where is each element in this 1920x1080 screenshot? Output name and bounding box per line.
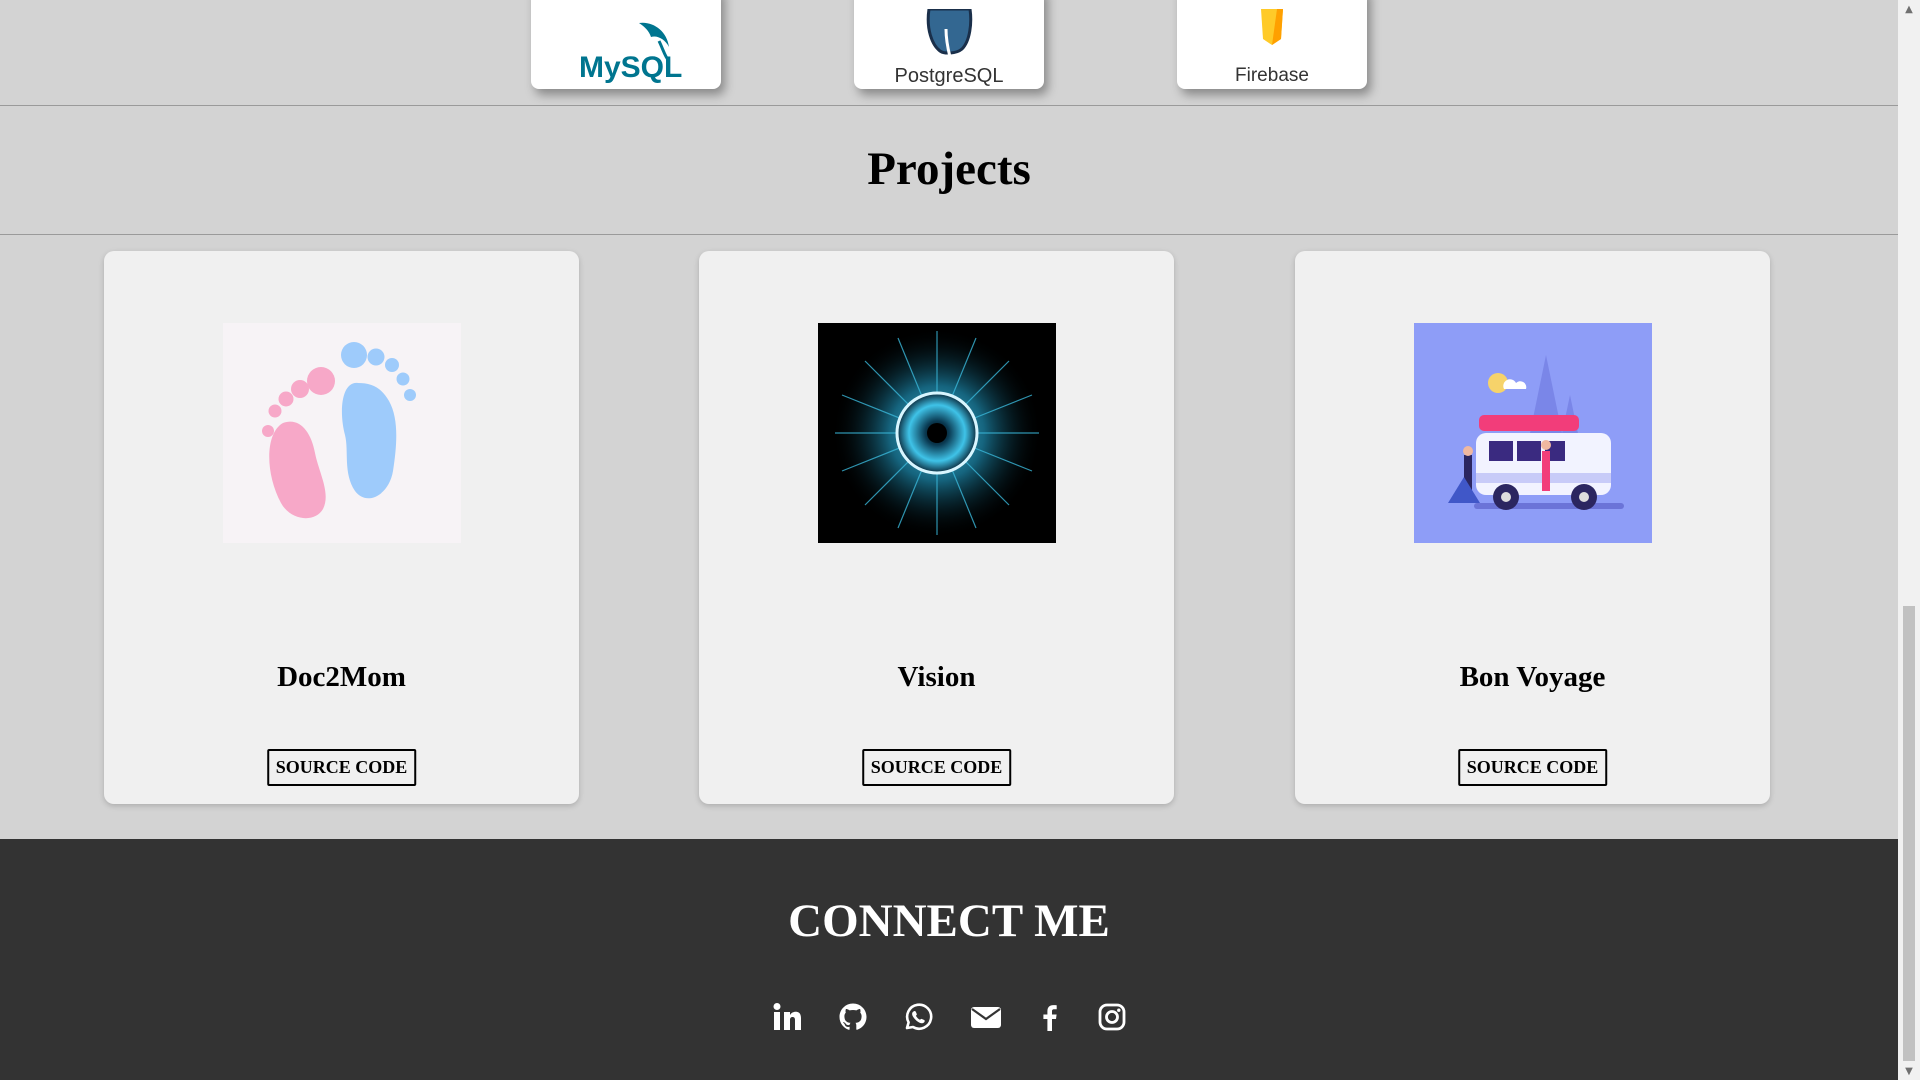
skill-card-postgresql: PostgreSQL xyxy=(854,0,1044,89)
project-image-vision xyxy=(818,323,1056,543)
mysql-logo-icon: MySQL xyxy=(579,22,682,84)
scroll-down-icon[interactable]: ▼ xyxy=(1903,1064,1915,1078)
project-title: Bon Voyage xyxy=(1459,661,1606,693)
firebase-logo-icon: Firebase xyxy=(1235,9,1309,86)
vertical-scrollbar[interactable]: ▲ ▼ xyxy=(1898,0,1920,1080)
project-image-doc2mom xyxy=(223,323,461,543)
skill-card-firebase: Firebase xyxy=(1177,0,1367,89)
connect-heading: CONNECT ME xyxy=(788,895,1110,947)
footer: CONNECT ME xyxy=(0,839,1898,1080)
project-image-bon-voyage xyxy=(1414,323,1652,543)
postgresql-logo-icon: PostgreSQL xyxy=(895,9,1004,87)
scroll-up-icon[interactable]: ▲ xyxy=(1903,2,1915,16)
page: MySQL PostgreSQL Firebase Projects Doc2M… xyxy=(0,0,1898,1080)
projects-heading: Projects xyxy=(867,143,1031,195)
skills-strip: MySQL PostgreSQL Firebase xyxy=(0,0,1898,106)
email-icon[interactable] xyxy=(968,999,1004,1035)
project-card-vision: Vision SOURCE CODE xyxy=(699,251,1174,804)
source-code-button[interactable]: SOURCE CODE xyxy=(1457,749,1608,786)
source-code-button[interactable]: SOURCE CODE xyxy=(861,749,1012,786)
github-icon[interactable] xyxy=(835,999,871,1035)
projects-header: Projects xyxy=(0,106,1898,235)
skill-label: Firebase xyxy=(1235,65,1309,86)
skill-card-mysql: MySQL xyxy=(531,0,721,89)
road-trip-van-image xyxy=(1414,323,1652,543)
scrollbar-thumb[interactable] xyxy=(1903,606,1915,1061)
project-title: Vision xyxy=(897,661,976,693)
facebook-icon[interactable] xyxy=(1032,999,1068,1035)
instagram-icon[interactable] xyxy=(1094,999,1130,1035)
baby-footprints-image xyxy=(223,323,461,543)
social-links xyxy=(0,999,1898,1039)
skill-label: MySQL xyxy=(579,51,682,84)
project-card-bon-voyage: Bon Voyage SOURCE CODE xyxy=(1295,251,1770,804)
skill-label: PostgreSQL xyxy=(895,65,1004,87)
project-title: Doc2Mom xyxy=(277,661,406,693)
linkedin-icon[interactable] xyxy=(769,999,805,1035)
project-card-doc2mom: Doc2Mom SOURCE CODE xyxy=(104,251,579,804)
source-code-button[interactable]: SOURCE CODE xyxy=(266,749,417,786)
whatsapp-icon[interactable] xyxy=(900,999,936,1035)
digital-eye-image xyxy=(818,323,1056,543)
